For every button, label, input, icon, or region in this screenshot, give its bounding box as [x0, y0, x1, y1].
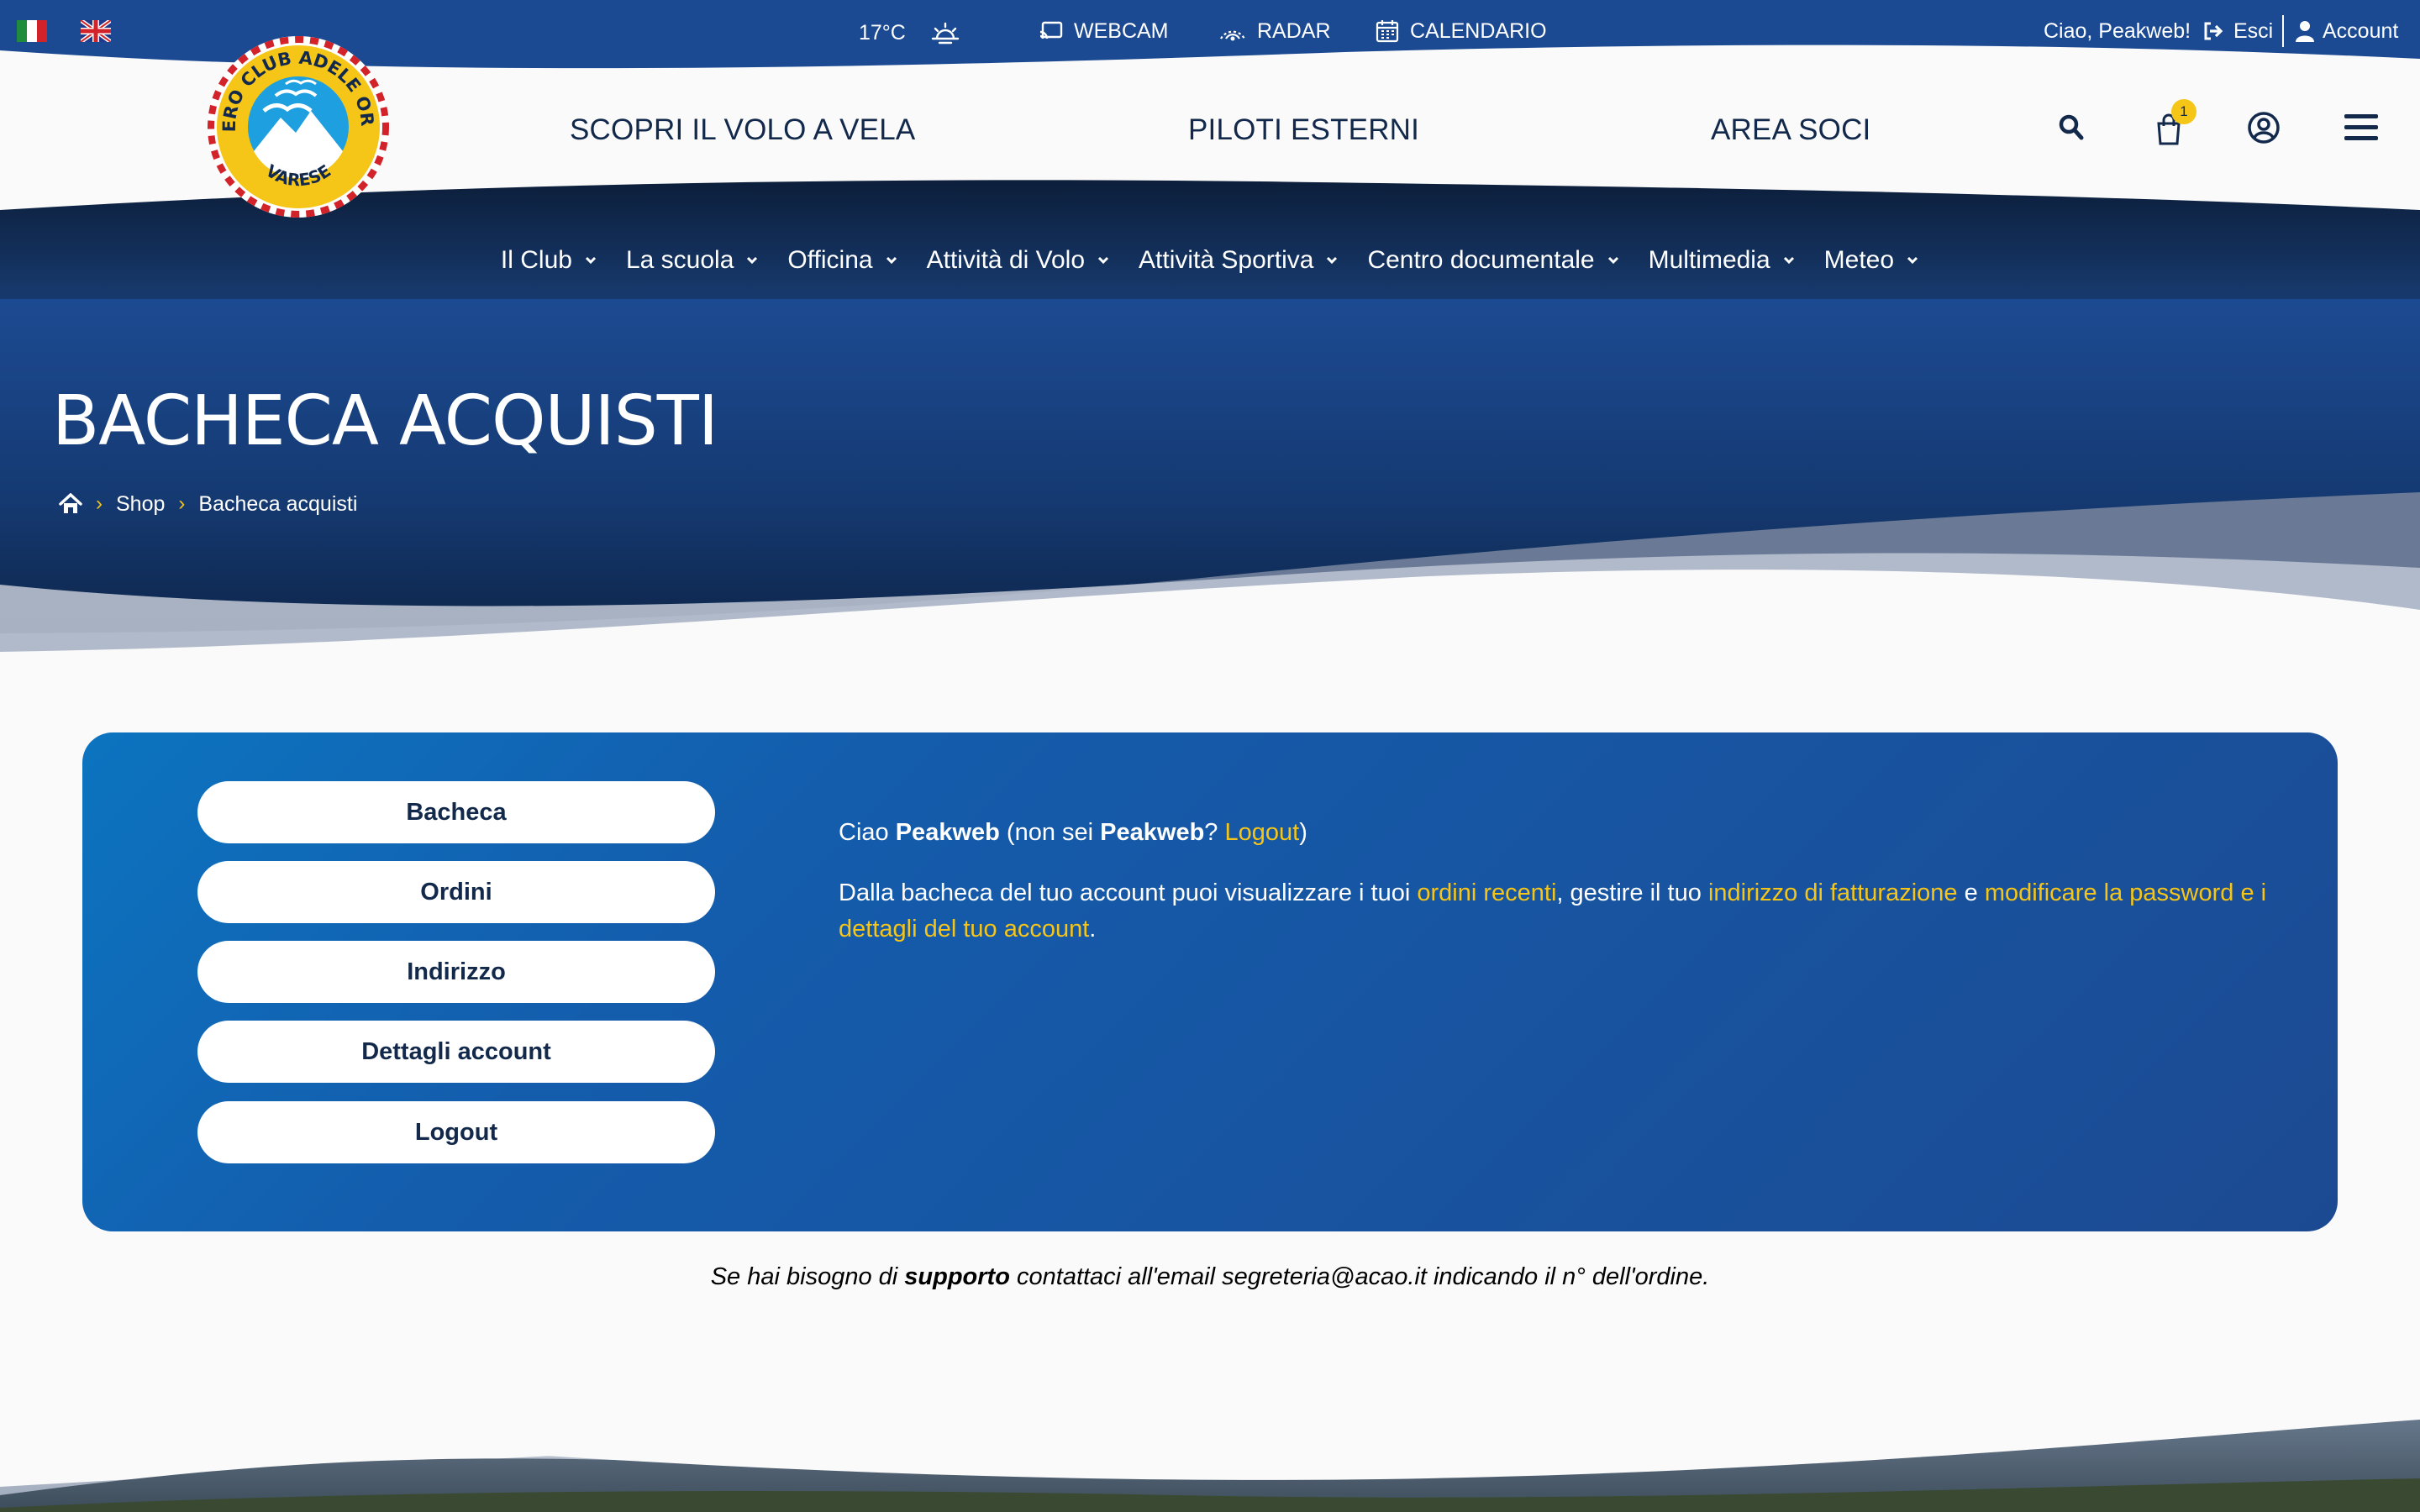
- nav-piloti-esterni[interactable]: PILOTI ESTERNI: [1188, 108, 1419, 153]
- aero-club-logo[interactable]: AERO CLUB ADELE ORSI VARESE: [205, 34, 392, 220]
- subnav-multimedia[interactable]: Multimedia: [1649, 237, 1796, 284]
- breadcrumb: › Shop › Bacheca acquisti: [59, 489, 357, 519]
- topbar-divider: [2282, 15, 2284, 47]
- greeting-close: ): [1299, 819, 1307, 846]
- greeting-question: ?: [1204, 819, 1218, 846]
- account-link[interactable]: Account: [2296, 17, 2398, 45]
- chevron-right-icon: ›: [178, 492, 186, 515]
- chevron-down-icon: [585, 256, 597, 265]
- desc-part-3: e: [1964, 879, 1978, 906]
- subnav-label: Multimedia: [1648, 246, 1770, 274]
- sign-out-icon: [2204, 22, 2223, 40]
- calendar-link[interactable]: CALENDARIO: [1375, 17, 1547, 45]
- calendar-icon: [1376, 20, 1399, 43]
- subnav-attivita-di-volo[interactable]: Attività di Volo: [927, 237, 1110, 284]
- cast-icon: [1039, 21, 1063, 39]
- account-menu-indirizzo[interactable]: Indirizzo: [197, 941, 715, 1003]
- account-menu-logout[interactable]: Logout: [197, 1101, 715, 1163]
- radar-label: RADAR: [1257, 19, 1331, 43]
- nav-scopri-volo-a-vela[interactable]: SCOPRI IL VOLO A VELA: [570, 108, 915, 153]
- user-greeting: Ciao, Peakweb!: [2044, 17, 2191, 45]
- dashboard-greeting: Ciao Peakweb (non sei Peakweb? Logout): [839, 815, 1307, 851]
- subnav-label: Meteo: [1823, 246, 1895, 274]
- subnav-la-scuola[interactable]: La scuola: [626, 237, 759, 284]
- subnav-attivita-sportiva[interactable]: Attività Sportiva: [1139, 237, 1339, 284]
- chevron-down-icon: [747, 256, 758, 265]
- radar-link[interactable]: RADAR: [1218, 17, 1331, 45]
- support-note: Se hai bisogno di supporto contattaci al…: [0, 1257, 2420, 1297]
- logout-label: Esci: [2233, 19, 2274, 43]
- cart-count-badge: 1: [2171, 99, 2196, 124]
- subnav-label: Attività Sportiva: [1139, 246, 1314, 274]
- page-title: BACHECA ACQUISTI: [52, 381, 718, 461]
- user-icon: [2296, 21, 2314, 42]
- chevron-down-icon: [1607, 256, 1618, 265]
- subnav-label: Officina: [787, 246, 873, 274]
- support-bold: supporto: [904, 1263, 1010, 1290]
- webcam-link[interactable]: WEBCAM: [1039, 17, 1169, 45]
- greeting-username: Peakweb: [895, 819, 1000, 846]
- breadcrumb-shop[interactable]: Shop: [116, 492, 165, 517]
- sunrise-icon: [931, 22, 960, 45]
- hamburger-menu-icon[interactable]: [2344, 113, 2378, 143]
- chevron-down-icon: [1097, 256, 1109, 265]
- greeting-not-you: (non sei: [1006, 819, 1094, 846]
- chevron-right-icon: ›: [96, 492, 103, 515]
- billing-address-link[interactable]: indirizzo di fatturazione: [1708, 879, 1958, 906]
- account-menu-bacheca[interactable]: Bacheca: [197, 781, 715, 843]
- subnav-officina[interactable]: Officina: [787, 237, 897, 284]
- account-menu-ordini[interactable]: Ordini: [197, 861, 715, 923]
- recent-orders-link[interactable]: ordini recenti: [1417, 879, 1556, 906]
- support-prefix: Se hai bisogno di: [710, 1263, 898, 1290]
- subnav-label: Centro documentale: [1367, 246, 1595, 274]
- search-icon[interactable]: [2059, 114, 2084, 141]
- desc-part-2: , gestire il tuo: [1556, 879, 1702, 906]
- subnav-meteo[interactable]: Meteo: [1824, 237, 1919, 284]
- home-icon[interactable]: [59, 493, 82, 515]
- account-menu-dettagli-account[interactable]: Dettagli account: [197, 1021, 715, 1083]
- temperature-label: 17°C: [859, 21, 906, 45]
- greeting-hello: Ciao: [839, 819, 889, 846]
- greeting-username-2: Peakweb: [1100, 819, 1205, 846]
- desc-part-1: Dalla bacheca del tuo account puoi visua…: [839, 879, 1411, 906]
- greeting-logout-link[interactable]: Logout: [1225, 819, 1300, 846]
- chevron-down-icon: [1907, 256, 1918, 265]
- logout-link[interactable]: Esci: [2203, 17, 2273, 45]
- radar-icon: [1220, 30, 1245, 41]
- footer-landscape-image: [0, 1361, 2420, 1512]
- chevron-down-icon: [1327, 256, 1338, 265]
- subnav-label: La scuola: [625, 246, 734, 274]
- subnav-label: Attività di Volo: [926, 246, 1086, 274]
- secondary-navigation: Il Club La scuola Officina Attività di V…: [0, 237, 2420, 284]
- weather-widget: 17°C: [859, 18, 960, 47]
- nav-area-soci[interactable]: AREA SOCI: [1711, 108, 1870, 153]
- hero-background: [0, 299, 2420, 660]
- support-suffix: contattaci all'email segreteria@acao.it …: [1017, 1263, 1710, 1290]
- chevron-down-icon: [1783, 256, 1794, 265]
- uk-flag-icon[interactable]: [81, 20, 111, 42]
- account-label: Account: [2323, 19, 2399, 43]
- italian-flag-icon[interactable]: [17, 20, 47, 42]
- user-circle-icon[interactable]: [2247, 111, 2281, 144]
- subnav-label: Il Club: [500, 246, 572, 274]
- calendar-label: CALENDARIO: [1410, 19, 1547, 43]
- desc-part-4: .: [1089, 916, 1097, 942]
- chevron-down-icon: [886, 256, 897, 265]
- webcam-label: WEBCAM: [1074, 19, 1169, 43]
- subnav-il-club[interactable]: Il Club: [501, 237, 597, 284]
- subnav-centro-documentale[interactable]: Centro documentale: [1367, 237, 1619, 284]
- greeting-text: Ciao, Peakweb!: [2044, 19, 2191, 43]
- dashboard-description: Dalla bacheca del tuo account puoi visua…: [839, 875, 2284, 948]
- breadcrumb-current: Bacheca acquisti: [198, 491, 358, 516]
